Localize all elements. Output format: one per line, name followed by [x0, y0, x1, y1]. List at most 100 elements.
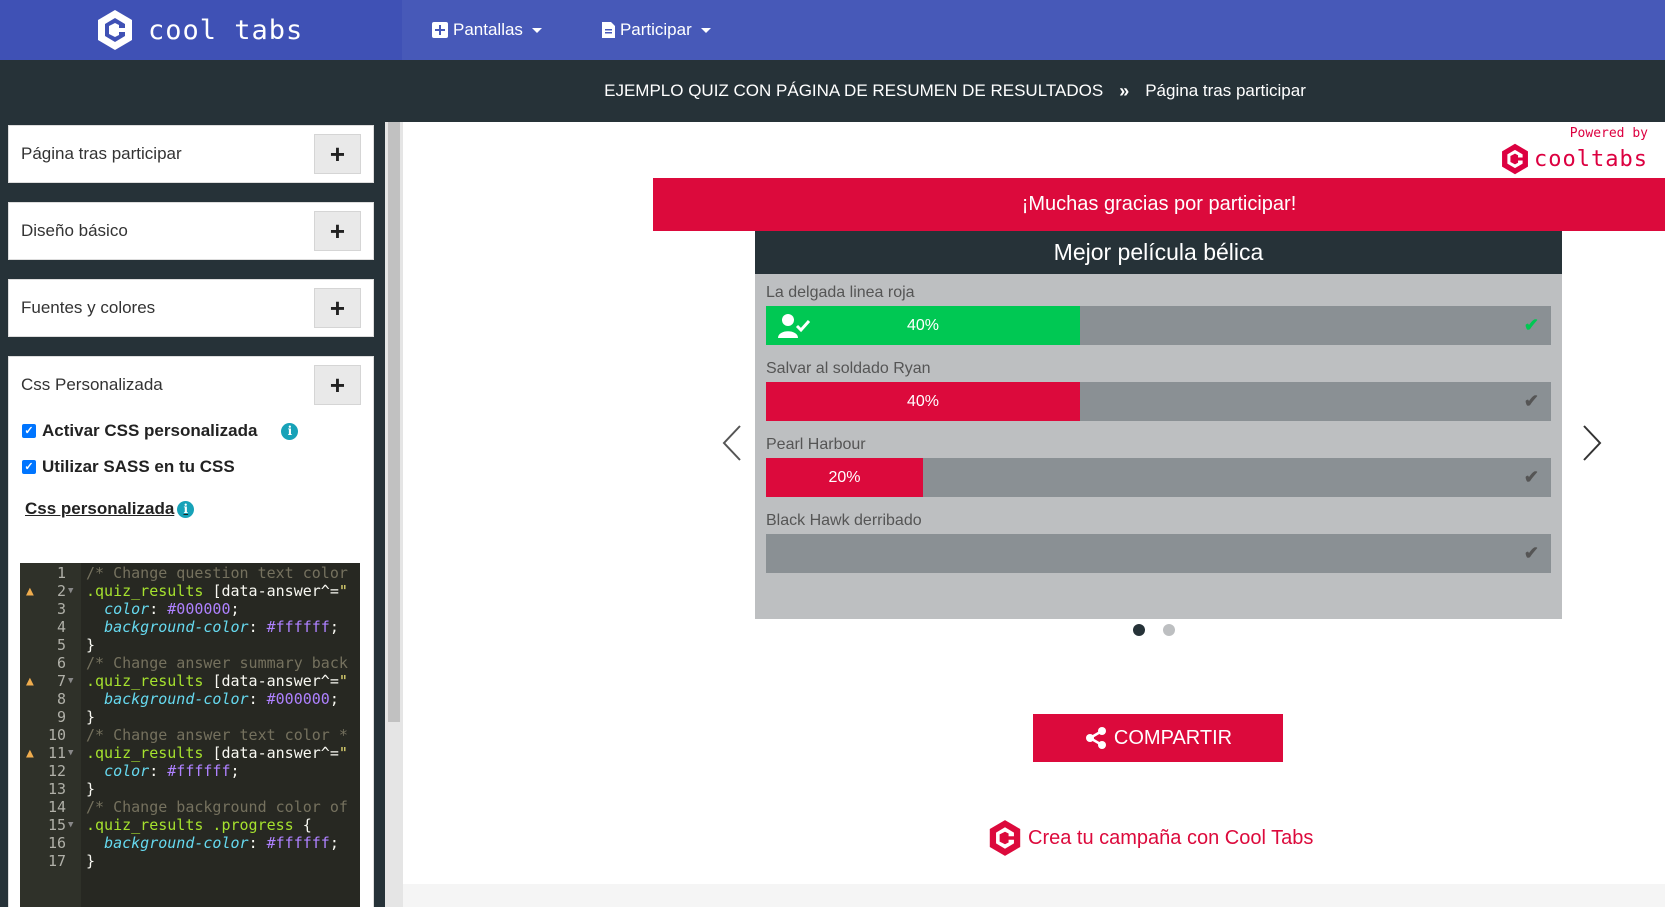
line-text: color: #ffffff; [104, 762, 240, 780]
code-line[interactable]: 9} [20, 708, 360, 727]
checkbox-activar-css[interactable]: ✓ [22, 424, 36, 438]
expand-button[interactable]: + [314, 134, 361, 174]
line-number: 10 [47, 726, 66, 744]
expand-button[interactable]: + [314, 365, 361, 405]
line-number: 11 [47, 744, 66, 762]
code-line[interactable]: 4 background-color: #ffffff; [20, 618, 360, 637]
line-number: 8 [56, 690, 66, 708]
line-text: /* Change answer text color * [86, 726, 348, 744]
info-icon[interactable]: i [177, 500, 195, 518]
progress-fill: 20% [766, 458, 923, 497]
file-icon [601, 22, 615, 38]
code-line[interactable]: 13} [20, 780, 360, 799]
answer-row: La delgada linea roja 40% ✔ [766, 282, 1551, 345]
code-line[interactable]: 3 color: #000000; [20, 600, 360, 619]
brand[interactable]: cool tabs [0, 0, 402, 60]
line-text: } [86, 780, 96, 798]
progress-bar: 40% ✔ [766, 382, 1551, 421]
fold-icon[interactable]: ▼ [68, 582, 73, 601]
panel-title: Diseño básico [21, 221, 128, 240]
line-text: /* Change background color of [86, 798, 348, 816]
code-line[interactable]: 10 /* Change answer text color * [20, 726, 360, 745]
scrollbar-thumb[interactable] [388, 122, 400, 722]
line-text: .quiz_results [data-answer^=" [86, 582, 348, 600]
fold-icon[interactable]: ▼ [68, 672, 73, 691]
code-line[interactable]: ▲ 11 ▼ .quiz_results [data-answer^=" [20, 744, 360, 763]
carousel-indicators [1133, 624, 1193, 636]
checkbox-utilizar-sass[interactable]: ✓ [22, 460, 36, 474]
progress-bar: 20% ✔ [766, 458, 1551, 497]
nav-participar[interactable]: Participar [601, 20, 711, 40]
panel-pagina-tras-participar: Página tras participar + [8, 125, 374, 183]
code-line[interactable]: 16 background-color: #ffffff; [20, 834, 360, 853]
code-line[interactable]: 15 ▼ .quiz_results .progress { [20, 816, 360, 835]
line-text: } [86, 636, 96, 654]
code-line[interactable]: 12 color: #ffffff; [20, 762, 360, 781]
option-label: Activar CSS personalizada [42, 421, 258, 440]
expand-button[interactable]: + [314, 288, 361, 328]
thanks-banner: ¡Muchas gracias por participar! [653, 178, 1665, 231]
line-text: background-color: #ffffff; [104, 618, 339, 636]
panel-title: Css Personalizada [21, 375, 163, 394]
line-number: 15 [47, 816, 66, 834]
breadcrumb-separator-icon: » [1119, 80, 1130, 101]
panel-diseno-basico: Diseño básico + [8, 202, 374, 260]
line-number: 1 [56, 564, 66, 582]
panel-title: Fuentes y colores [21, 298, 156, 317]
option-activar-css[interactable]: ✓ Activar CSS personalizada i [22, 421, 373, 441]
progress-fill: 40% [766, 382, 1080, 421]
line-text: } [86, 708, 96, 726]
carousel-dot[interactable] [1163, 624, 1175, 636]
line-number: 2 [56, 582, 66, 600]
fold-icon[interactable]: ▼ [68, 816, 73, 835]
code-line[interactable]: 17} [20, 852, 360, 871]
powered-by-text: Powered by [1569, 126, 1648, 141]
main-nav: Pantallas Participar [402, 0, 1665, 60]
line-number: 3 [56, 600, 66, 618]
carousel-dot[interactable] [1133, 624, 1145, 636]
option-utilizar-sass[interactable]: ✓ Utilizar SASS en tu CSS [22, 457, 373, 477]
code-line[interactable]: 5} [20, 636, 360, 655]
cooltabs-logo-icon [989, 820, 1021, 856]
share-button[interactable]: COMPARTIR [1033, 714, 1283, 762]
css-personalizada-link[interactable]: Css personalizada i [25, 499, 373, 519]
expand-button[interactable]: + [314, 211, 361, 251]
percent-label: 20% [828, 468, 861, 486]
chevron-left-icon[interactable] [718, 422, 746, 464]
powered-brand: cooltabs [1534, 146, 1648, 172]
create-campaign-link[interactable]: Crea tu campaña con Cool Tabs [988, 819, 1313, 857]
quiz-title: Mejor película bélica [755, 231, 1562, 274]
code-line[interactable]: 8 background-color: #000000; [20, 690, 360, 709]
line-number: 14 [47, 798, 66, 816]
check-icon: ✔ [1523, 467, 1539, 487]
code-line[interactable]: 6 /* Change answer summary back [20, 654, 360, 673]
user-check-icon [778, 314, 810, 338]
code-line[interactable]: ▲ 7 ▼ .quiz_results [data-answer^=" [20, 672, 360, 691]
info-icon[interactable]: i [281, 422, 299, 440]
preview-area: Powered by cooltabs ¡Muchas gracias por … [403, 122, 1665, 907]
breadcrumb-campaign[interactable]: EJEMPLO QUIZ CON PÁGINA DE RESUMEN DE RE… [604, 81, 1103, 101]
line-number: 7 [56, 672, 66, 690]
nav-pantallas[interactable]: Pantallas [432, 20, 542, 40]
check-icon: ✔ [1523, 543, 1539, 563]
check-icon: ✔ [1523, 315, 1539, 335]
chevron-right-icon[interactable] [1578, 422, 1606, 464]
code-line[interactable]: 1 /* Change question text color [20, 564, 360, 583]
share-icon [1085, 727, 1106, 749]
answer-row: Salvar al soldado Ryan 40% ✔ [766, 358, 1551, 421]
panel-fuentes-y-colores: Fuentes y colores + [8, 279, 374, 337]
check-icon: ✔ [1523, 391, 1539, 411]
line-text: /* Change question text color [86, 564, 348, 582]
code-line[interactable]: 14 /* Change background color of [20, 798, 360, 817]
breadcrumb: EJEMPLO QUIZ CON PÁGINA DE RESUMEN DE RE… [0, 60, 1665, 122]
line-number: 4 [56, 618, 66, 636]
panel-splitter[interactable] [385, 122, 403, 907]
panel-title: Página tras participar [21, 144, 182, 163]
fold-icon[interactable]: ▼ [68, 744, 73, 763]
share-label: COMPARTIR [1113, 726, 1233, 749]
code-line[interactable]: ▲ 2 ▼ .quiz_results [data-answer^=" [20, 582, 360, 601]
css-code-editor[interactable]: 1/* Change question text color ▲ 2 ▼ .quiz_r… [20, 563, 360, 907]
answer-label: Black Hawk derribado [766, 512, 922, 529]
percent-label: 40% [906, 392, 940, 410]
powered-by-badge[interactable]: Powered by cooltabs [1500, 126, 1648, 175]
